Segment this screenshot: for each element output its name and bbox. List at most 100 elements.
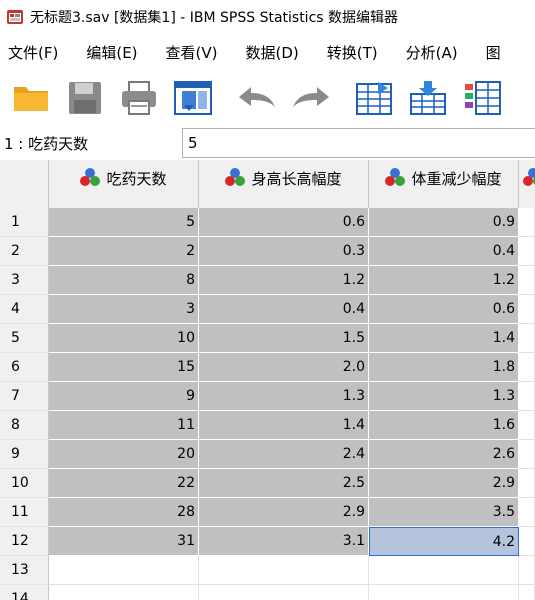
- data-cell[interactable]: 0.9: [369, 208, 519, 237]
- column-header-label: 身高长高幅度: [251, 170, 342, 188]
- row-number[interactable]: 14: [0, 585, 49, 600]
- recall-dialog-button[interactable]: [170, 75, 216, 121]
- data-cell[interactable]: [519, 585, 535, 600]
- cell-reference: 1 : 吃药天数: [4, 134, 89, 153]
- menu-data[interactable]: 数据(D): [232, 42, 313, 63]
- toolbar: [0, 70, 535, 126]
- data-cell[interactable]: 2.9: [199, 498, 369, 527]
- data-cell[interactable]: [369, 585, 519, 600]
- data-cell[interactable]: 3: [49, 295, 199, 324]
- data-cell[interactable]: 4.2: [369, 527, 519, 556]
- row-number[interactable]: 5: [0, 324, 49, 353]
- menu-bar: 文件(F) 编辑(E) 查看(V) 数据(D) 转换(T) 分析(A) 图: [0, 34, 535, 70]
- data-cell[interactable]: [519, 498, 535, 527]
- data-grid: 吃药天数 身高长高幅度 体重减少幅度 1 5 0.6 0.9 2 2 0.3 0.4 3 8 1.2…: [0, 160, 535, 600]
- data-cell[interactable]: 1.4: [369, 324, 519, 353]
- data-cell[interactable]: [519, 556, 535, 585]
- go-to-case-button[interactable]: [352, 75, 398, 121]
- data-cell[interactable]: 28: [49, 498, 199, 527]
- undo-button[interactable]: [234, 75, 280, 121]
- data-cell[interactable]: [519, 527, 535, 556]
- data-cell[interactable]: [519, 411, 535, 440]
- undo-icon: [239, 87, 275, 107]
- row-number[interactable]: 13: [0, 556, 49, 585]
- data-cell[interactable]: [519, 440, 535, 469]
- data-cell[interactable]: [519, 469, 535, 498]
- grid-corner[interactable]: [0, 160, 49, 208]
- data-cell[interactable]: [519, 295, 535, 324]
- column-header-var-empty[interactable]: [519, 160, 535, 208]
- menu-view[interactable]: 查看(V): [152, 42, 232, 63]
- cell-value-input[interactable]: 5: [182, 128, 535, 158]
- data-cell[interactable]: 20: [49, 440, 199, 469]
- data-cell[interactable]: 0.4: [199, 295, 369, 324]
- row-number[interactable]: 7: [0, 382, 49, 411]
- row-number[interactable]: 1: [0, 208, 49, 237]
- menu-transform[interactable]: 转换(T): [313, 42, 392, 63]
- data-cell[interactable]: 1.8: [369, 353, 519, 382]
- data-cell[interactable]: 0.6: [199, 208, 369, 237]
- row-number[interactable]: 6: [0, 353, 49, 382]
- data-cell[interactable]: 0.6: [369, 295, 519, 324]
- row-number[interactable]: 3: [0, 266, 49, 295]
- data-cell[interactable]: 1.2: [369, 266, 519, 295]
- row-number[interactable]: 11: [0, 498, 49, 527]
- data-cell[interactable]: 0.4: [369, 237, 519, 266]
- data-cell[interactable]: 1.3: [369, 382, 519, 411]
- data-cell[interactable]: 9: [49, 382, 199, 411]
- data-cell[interactable]: 1.3: [199, 382, 369, 411]
- data-cell[interactable]: [369, 556, 519, 585]
- data-cell[interactable]: [199, 585, 369, 600]
- data-cell[interactable]: 2.4: [199, 440, 369, 469]
- menu-analyze[interactable]: 分析(A): [392, 42, 472, 63]
- data-cell[interactable]: 10: [49, 324, 199, 353]
- redo-button[interactable]: [288, 75, 334, 121]
- column-header-days[interactable]: 吃药天数: [49, 160, 199, 208]
- row-number[interactable]: 4: [0, 295, 49, 324]
- data-cell[interactable]: 2.0: [199, 353, 369, 382]
- data-cell[interactable]: 1.2: [199, 266, 369, 295]
- data-cell[interactable]: 3.5: [369, 498, 519, 527]
- row-number[interactable]: 12: [0, 527, 49, 556]
- data-cell[interactable]: 31: [49, 527, 199, 556]
- data-cell[interactable]: [49, 556, 199, 585]
- row-number[interactable]: 8: [0, 411, 49, 440]
- data-cell[interactable]: 1.6: [369, 411, 519, 440]
- data-cell[interactable]: [519, 237, 535, 266]
- data-cell[interactable]: 3.1: [199, 527, 369, 556]
- data-cell[interactable]: 2.9: [369, 469, 519, 498]
- data-cell[interactable]: 8: [49, 266, 199, 295]
- data-cell[interactable]: 2: [49, 237, 199, 266]
- data-cell[interactable]: 5: [49, 208, 199, 237]
- variables-button[interactable]: [460, 75, 506, 121]
- row-number[interactable]: 2: [0, 237, 49, 266]
- data-cell[interactable]: 1.4: [199, 411, 369, 440]
- row-number[interactable]: 9: [0, 440, 49, 469]
- redo-icon: [293, 87, 329, 107]
- data-cell[interactable]: 2.5: [199, 469, 369, 498]
- data-cell[interactable]: 11: [49, 411, 199, 440]
- data-cell[interactable]: [519, 324, 535, 353]
- column-header-weight[interactable]: 体重减少幅度: [369, 160, 519, 208]
- data-cell[interactable]: 0.3: [199, 237, 369, 266]
- data-cell[interactable]: 22: [49, 469, 199, 498]
- print-button[interactable]: [116, 75, 162, 121]
- data-cell[interactable]: [519, 266, 535, 295]
- go-to-variable-button[interactable]: [406, 75, 452, 121]
- data-cell[interactable]: [519, 382, 535, 411]
- menu-edit[interactable]: 编辑(E): [72, 42, 151, 63]
- row-number[interactable]: 10: [0, 469, 49, 498]
- data-cell[interactable]: 15: [49, 353, 199, 382]
- data-cell[interactable]: [519, 208, 535, 237]
- menu-file[interactable]: 文件(F): [0, 42, 72, 63]
- data-cell[interactable]: 1.5: [199, 324, 369, 353]
- menu-graphs[interactable]: 图: [472, 42, 515, 63]
- window-title: 无标题3.sav [数据集1] - IBM SPSS Statistics 数据…: [30, 10, 399, 26]
- data-cell[interactable]: [519, 353, 535, 382]
- open-button[interactable]: [8, 75, 54, 121]
- data-cell[interactable]: [199, 556, 369, 585]
- column-header-height[interactable]: 身高长高幅度: [199, 160, 369, 208]
- data-cell[interactable]: [49, 585, 199, 600]
- data-cell[interactable]: 2.6: [369, 440, 519, 469]
- save-button[interactable]: [62, 75, 108, 121]
